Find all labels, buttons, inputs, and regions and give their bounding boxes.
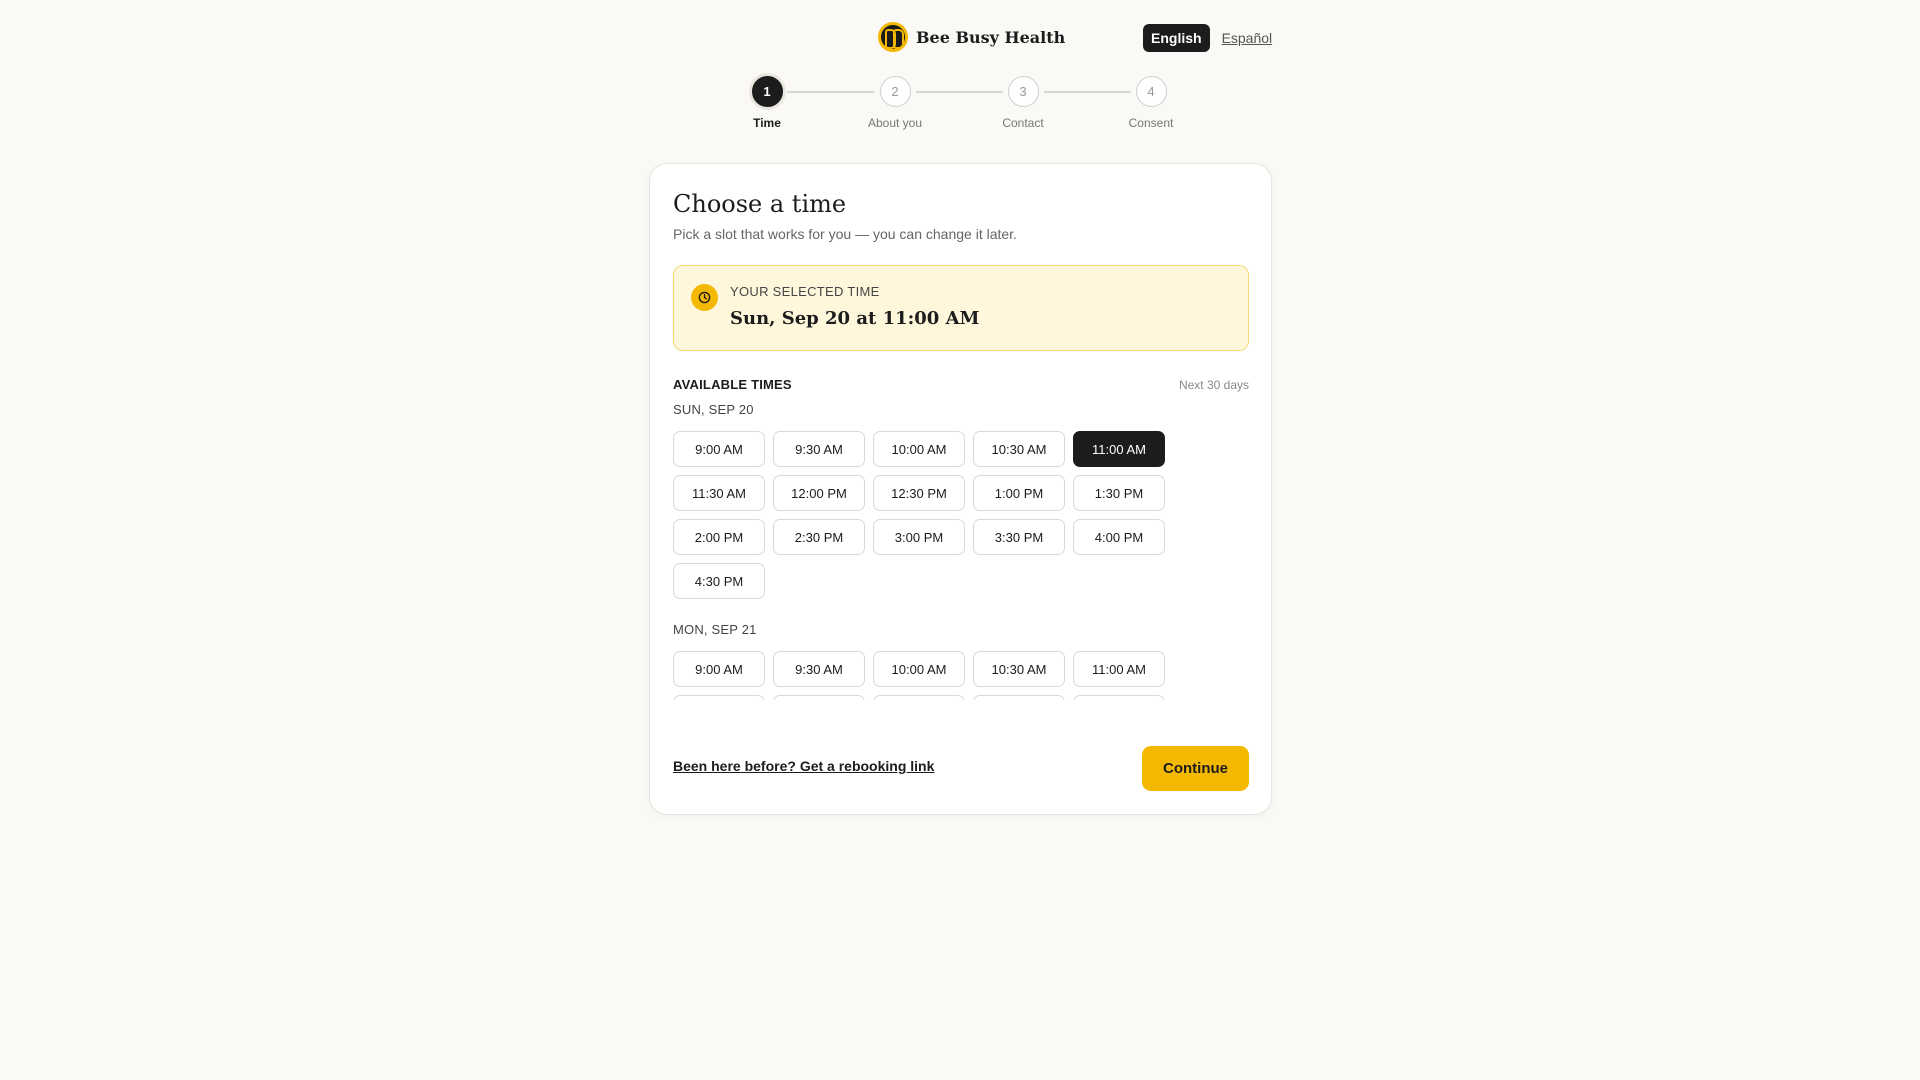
brand[interactable]: Bee Busy Health xyxy=(878,22,1065,52)
time-slot-button[interactable]: 3:30 PM xyxy=(973,519,1065,555)
time-slot-button[interactable]: 9:30 AM xyxy=(773,651,865,687)
bee-logo-icon xyxy=(878,22,908,52)
time-slot-button[interactable]: 1:30 PM xyxy=(1073,695,1165,700)
time-slot-button[interactable]: 9:00 AM xyxy=(673,651,765,687)
selected-time-value: Sun, Sep 20 at 11:00 AM xyxy=(730,308,980,329)
time-slot-button[interactable]: 10:00 AM xyxy=(873,651,965,687)
time-slot-button[interactable]: 1:00 PM xyxy=(973,475,1065,511)
time-slot-button[interactable]: 9:00 AM xyxy=(673,431,765,467)
time-slot-grid: 9:00 AM9:30 AM10:00 AM10:30 AM11:00 AM 11… xyxy=(673,651,1249,700)
available-times-title: AVAILABLE TIMES xyxy=(673,377,792,392)
selected-time-caption: YOUR SELECTED TIME xyxy=(730,284,880,299)
language-spanish-link[interactable]: Español xyxy=(1222,30,1273,46)
continue-button[interactable]: Continue xyxy=(1142,746,1249,791)
time-slot-button[interactable]: 4:30 PM xyxy=(673,563,765,599)
time-slot-button[interactable]: 12:00 PM xyxy=(773,695,865,700)
step-number: 3 xyxy=(1007,76,1039,107)
step-consent: 4 Consent xyxy=(1096,76,1206,130)
step-number: 1 xyxy=(751,76,783,107)
step-number: 2 xyxy=(879,76,911,107)
step-label: Contact xyxy=(1002,116,1044,130)
step-label: Consent xyxy=(1128,116,1174,130)
step-contact: 3 Contact xyxy=(968,76,1078,130)
rebooking-link[interactable]: Been here before? Get a rebooking link xyxy=(673,758,934,774)
time-slot-button[interactable]: 4:00 PM xyxy=(1073,519,1165,555)
time-slot-button[interactable]: 3:00 PM xyxy=(873,519,965,555)
time-slot-button[interactable]: 9:30 AM xyxy=(773,431,865,467)
time-slot-button[interactable]: 10:00 AM xyxy=(873,431,965,467)
time-slot-button-selected[interactable]: 11:00 AM xyxy=(1073,431,1165,467)
selected-time-summary: YOUR SELECTED TIME Sun, Sep 20 at 11:00 … xyxy=(673,265,1249,351)
day-label: MON, SEP 21 xyxy=(673,622,757,637)
time-slot-button[interactable]: 11:00 AM xyxy=(1073,651,1165,687)
booking-card: Choose a time Pick a slot that works for… xyxy=(649,163,1272,815)
step-time: 1 Time xyxy=(712,76,822,130)
time-slot-grid: 9:00 AM9:30 AM10:00 AM10:30 AM11:00 AM 11… xyxy=(673,431,1249,599)
time-slot-button[interactable]: 11:30 AM xyxy=(673,695,765,700)
day-label: SUN, SEP 20 xyxy=(673,402,754,417)
page-title: Choose a time xyxy=(673,190,847,218)
clock-icon xyxy=(691,284,718,311)
language-switcher: English Español xyxy=(1143,24,1272,52)
time-slot-button[interactable]: 2:00 PM xyxy=(673,519,765,555)
time-slots-scroll-area[interactable]: SUN, SEP 20 9:00 AM 9:30 AM 10:00 AM 10:30 A… xyxy=(673,402,1249,700)
language-english-button[interactable]: English xyxy=(1143,24,1210,52)
time-slot-button[interactable]: 1:30 PM xyxy=(1073,475,1165,511)
available-times-range: Next 30 days xyxy=(1178,377,1249,392)
step-number: 4 xyxy=(1135,76,1167,107)
available-times-header: AVAILABLE TIMES Next 30 days xyxy=(673,377,1249,392)
time-slot-button[interactable]: 10:30 AM xyxy=(973,651,1065,687)
page-subtitle: Pick a slot that works for you — you can… xyxy=(673,226,1017,242)
step-about-you: 2 About you xyxy=(840,76,950,130)
header: Bee Busy Health English Español xyxy=(0,22,1920,54)
step-label: Time xyxy=(753,116,781,130)
time-slot-button[interactable]: 12:00 PM xyxy=(773,475,865,511)
progress-stepper: 1 Time 2 About you 3 Contact 4 Consent xyxy=(0,76,1920,136)
time-slot-button[interactable]: 12:30 PM xyxy=(873,695,965,700)
time-slot-button[interactable]: 11:30 AM xyxy=(673,475,765,511)
time-slot-button[interactable]: 2:30 PM xyxy=(773,519,865,555)
time-slot-button[interactable]: 10:30 AM xyxy=(973,431,1065,467)
time-slot-button[interactable]: 1:00 PM xyxy=(973,695,1065,700)
step-label: About you xyxy=(867,116,923,130)
brand-name: Bee Busy Health xyxy=(916,27,1066,47)
time-slot-button[interactable]: 12:30 PM xyxy=(873,475,965,511)
